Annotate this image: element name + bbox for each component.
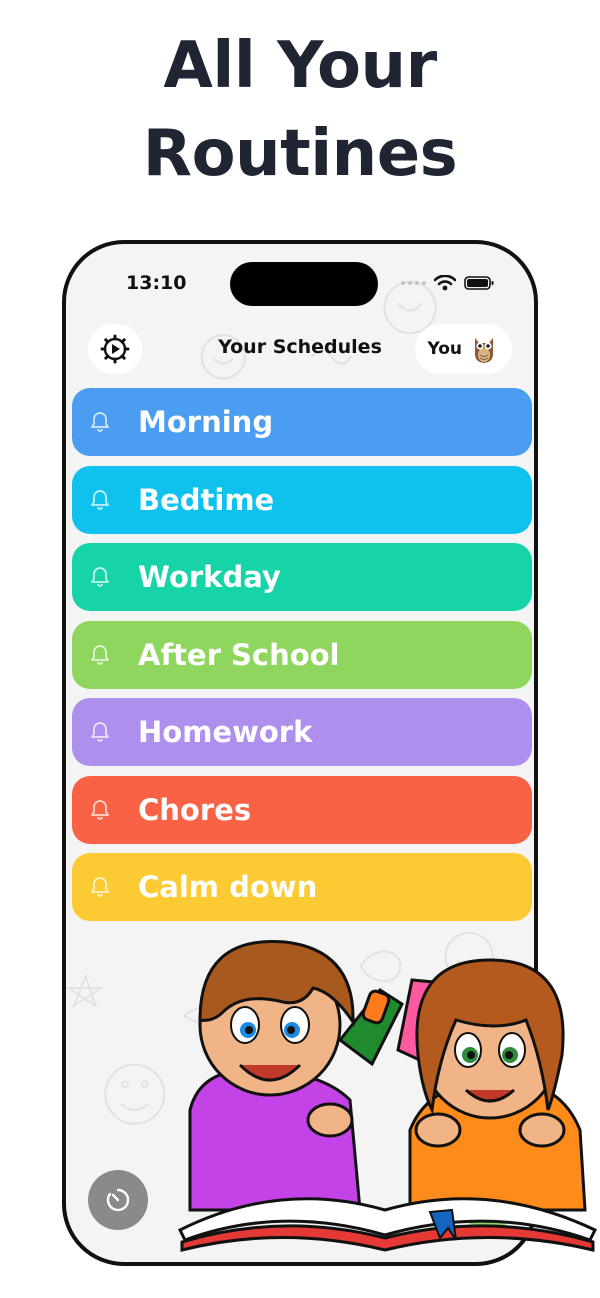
routine-item[interactable]: After School <box>72 620 532 689</box>
headline-line-2: Routines <box>142 117 458 191</box>
routine-item[interactable]: Chores <box>72 775 532 844</box>
routine-item[interactable]: Calm down <box>72 853 532 921</box>
timer-button[interactable] <box>88 1170 148 1230</box>
bell-icon[interactable] <box>88 488 112 512</box>
routine-item[interactable]: Bedtime <box>72 465 532 534</box>
status-time: 13:10 <box>126 272 187 294</box>
user-switch-button[interactable]: You <box>415 324 512 374</box>
signal-dots-icon <box>401 281 426 285</box>
timer-icon <box>106 1188 130 1212</box>
bell-icon[interactable] <box>88 410 112 434</box>
bell-icon[interactable] <box>88 720 112 744</box>
routine-label: Chores <box>138 792 252 827</box>
routine-item[interactable]: Morning <box>72 388 532 456</box>
bell-icon[interactable] <box>88 565 112 589</box>
routine-list: Morning Bedtime Workday After School Homewor… <box>72 388 532 931</box>
routine-label: Homework <box>138 715 313 749</box>
bell-icon[interactable] <box>88 875 112 899</box>
bell-icon[interactable] <box>88 798 112 822</box>
owl-avatar-icon <box>475 338 493 363</box>
user-label: You <box>427 339 462 359</box>
routine-label: Workday <box>138 560 281 594</box>
headline-line-1: All Your <box>163 29 437 103</box>
routine-label: Morning <box>138 405 274 439</box>
status-icons <box>400 272 494 294</box>
dynamic-island <box>230 262 378 306</box>
bell-icon[interactable] <box>88 643 112 667</box>
top-bar: Your Schedules You <box>66 322 534 378</box>
routine-label: After School <box>138 637 340 672</box>
routine-item[interactable]: Homework <box>72 698 532 766</box>
battery-icon <box>464 276 494 290</box>
routine-label: Bedtime <box>138 482 275 517</box>
routine-label: Calm down <box>138 870 318 904</box>
kids-reading-illustration <box>177 939 598 1252</box>
headline: All Your Routines <box>0 22 600 198</box>
wifi-icon <box>434 275 456 291</box>
routine-item[interactable]: Workday <box>72 543 532 611</box>
